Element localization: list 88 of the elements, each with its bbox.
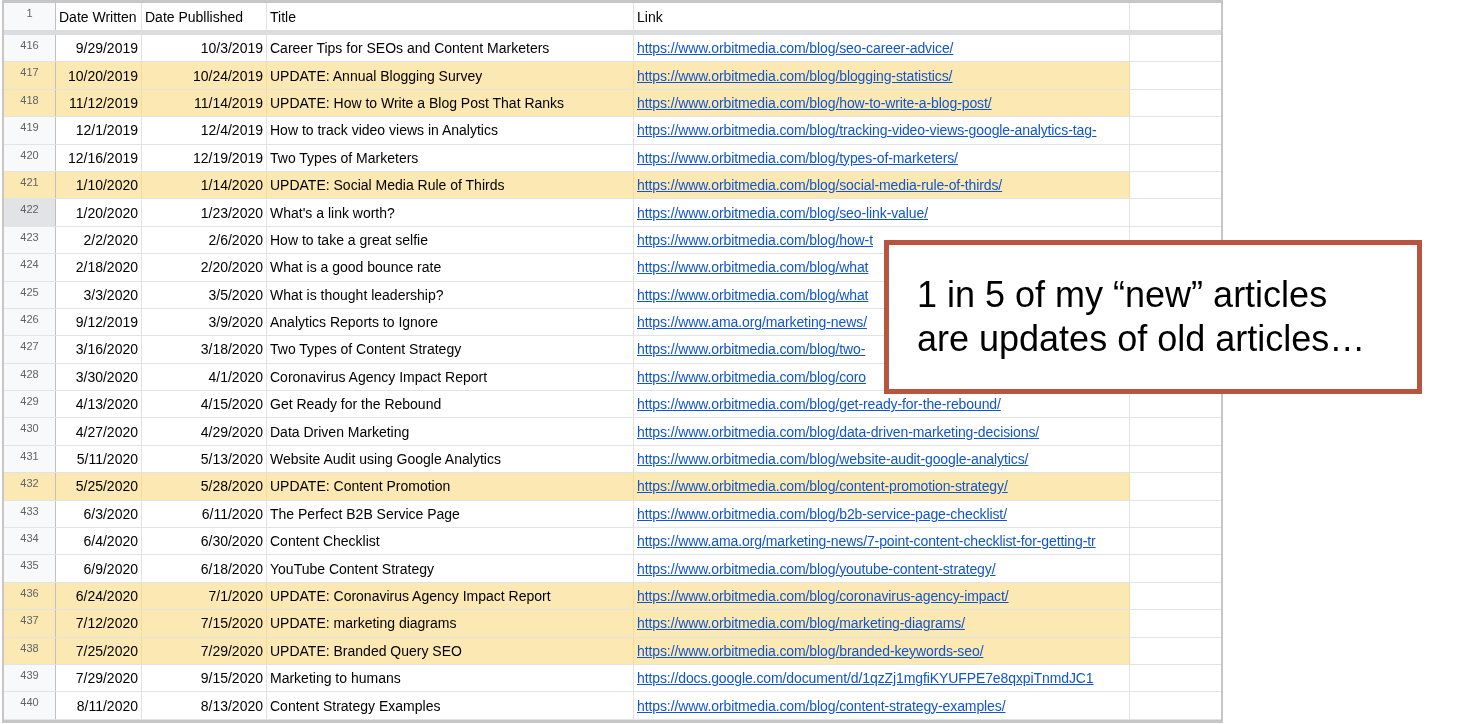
table-cell: Two Types of Marketers [267,144,634,171]
table-cell: Website Audit using Google Analytics [267,445,634,473]
link[interactable]: https://docs.google.com/document/d/1qzZj1mgfiKYUFPE7e8qxpiTnmdJC1 [637,670,1094,687]
column-header: Title [267,3,634,30]
row-number[interactable]: 425 [4,281,56,308]
link[interactable]: https://www.orbitmedia.com/blog/b2b-service-page-checklist/ [637,505,1007,522]
row-number[interactable]: 428 [4,363,56,391]
row-number[interactable]: 422 [4,199,56,226]
row-number[interactable]: 429 [4,391,56,418]
table-cell: What's a link worth? [267,199,634,226]
table-cell: 1/10/2020 [56,171,142,199]
table-cell: Get Ready for the Rebound [267,391,634,418]
table-cell: UPDATE: Branded Query SEO [267,637,634,664]
row-number[interactable]: 419 [4,117,56,144]
link[interactable]: https://www.orbitmedia.com/blog/content-promotion-strategy/ [637,478,1008,495]
link[interactable]: https://www.orbitmedia.com/blog/types-of-marketers/ [637,149,958,166]
link[interactable]: https://www.orbitmedia.com/blog/coronavirus-agency-impact/ [637,588,1009,604]
table-cell: 7/12/2020 [56,610,142,637]
link[interactable]: https://www.orbitmedia.com/blog/how-to-write-a-blog-post/ [637,94,992,111]
link[interactable]: https://www.orbitmedia.com/blog/what [637,259,869,276]
table-cell: 10/24/2019 [142,62,267,89]
row-number[interactable]: 434 [4,528,56,555]
table-cell: 6/24/2020 [56,582,142,610]
table-cell: Coronavirus Agency Impact Report [267,363,634,391]
table-cell: 7/15/2020 [142,610,267,637]
row-number[interactable]: 430 [4,418,56,445]
row-number[interactable]: 438 [4,637,56,664]
callout-text: 1 in 5 of my “new” articles are updates of old articles… [917,273,1367,361]
row-number[interactable]: 431 [4,445,56,473]
table-cell: UPDATE: Content Promotion [267,473,634,500]
table-cell: Content Strategy Examples [267,692,634,719]
link[interactable]: https://www.ama.org/marketing-news/ [637,314,867,331]
link[interactable]: https://www.orbitmedia.com/blog/seo-link-value/ [637,204,928,221]
table-cell: UPDATE: Coronavirus Agency Impact Report [267,582,634,610]
row-number[interactable]: 440 [4,692,56,719]
table-cell: UPDATE: How to Write a Blog Post That Ranks [267,89,634,117]
link[interactable]: https://www.orbitmedia.com/blog/blogging-statistics/ [637,67,953,84]
link[interactable]: https://www.orbitmedia.com/blog/website-audit-google-analytics/ [637,451,1029,468]
row-number[interactable]: 421 [4,171,56,199]
link[interactable]: https://www.orbitmedia.com/blog/seo-career-advice/ [637,40,954,57]
table-cell: Analytics Reports to Ignore [267,308,634,336]
table-cell: 11/12/2019 [56,89,142,117]
table-cell: 5/25/2020 [56,473,142,500]
table-cell: UPDATE: Annual Blogging Survey [267,62,634,89]
link[interactable]: https://www.orbitmedia.com/blog/coro [637,368,867,385]
link[interactable]: https://www.orbitmedia.com/blog/marketing-diagrams/ [637,615,965,632]
link[interactable]: https://www.orbitmedia.com/blog/get-ready-for-the-rebound/ [637,396,1001,413]
table-cell: UPDATE: marketing diagrams [267,610,634,637]
table-cell: Content Checklist [267,528,634,555]
row-number[interactable]: 416 [4,35,56,62]
table-cell: UPDATE: Social Media Rule of Thirds [267,171,634,199]
table-cell: 1/14/2020 [142,171,267,199]
row-number[interactable]: 426 [4,308,56,336]
link[interactable]: https://www.orbitmedia.com/blog/content-strategy-examples/ [637,697,1006,714]
row-number[interactable]: 423 [4,226,56,254]
row-number[interactable]: 432 [4,473,56,500]
row-number[interactable]: 433 [4,500,56,528]
table-cell: 7/1/2020 [142,582,267,610]
link[interactable]: https://www.orbitmedia.com/blog/what [637,286,869,303]
row-number[interactable]: 436 [4,582,56,610]
row-number[interactable]: 439 [4,665,56,692]
table-cell: 10/20/2019 [56,62,142,89]
link[interactable]: https://www.orbitmedia.com/blog/branded-keywords-seo/ [637,642,984,659]
row-number[interactable]: 418 [4,89,56,117]
table-cell: Career Tips for SEOs and Content Marketers [267,35,634,62]
row-number[interactable]: 1 [4,3,56,30]
table-cell: What is a good bounce rate [267,254,634,281]
link[interactable]: https://www.orbitmedia.com/blog/youtube-content-strategy/ [637,560,996,577]
table-cell: 5/28/2020 [142,473,267,500]
row-number[interactable]: 417 [4,62,56,89]
row-number[interactable]: 420 [4,144,56,171]
link[interactable]: https://www.ama.org/marketing-news/7-point-content-checklist-for-getting-tr [637,533,1096,550]
table-cell: 7/25/2020 [56,637,142,664]
link[interactable]: https://www.orbitmedia.com/blog/how-t [637,231,873,248]
link[interactable]: https://www.orbitmedia.com/blog/tracking-video-views-google-analytics-tag- [637,122,1097,139]
link[interactable]: https://www.orbitmedia.com/blog/two- [637,341,866,358]
table-cell: Two Types of Content Strategy [267,336,634,363]
link[interactable]: https://www.orbitmedia.com/blog/data-driven-marketing-decisions/ [637,423,1040,440]
row-number[interactable]: 424 [4,254,56,281]
table-cell: 11/14/2019 [142,89,267,117]
table-cell: The Perfect B2B Service Page [267,500,634,528]
table-cell: What is thought leadership? [267,281,634,308]
table-cell: 7/29/2020 [142,637,267,664]
link[interactable]: https://www.orbitmedia.com/blog/social-media-rule-of-thirds/ [637,177,1003,194]
row-number[interactable]: 435 [4,555,56,582]
table-cell: YouTube Content Strategy [267,555,634,582]
row-number[interactable]: 437 [4,610,56,637]
row-number[interactable]: 427 [4,336,56,363]
